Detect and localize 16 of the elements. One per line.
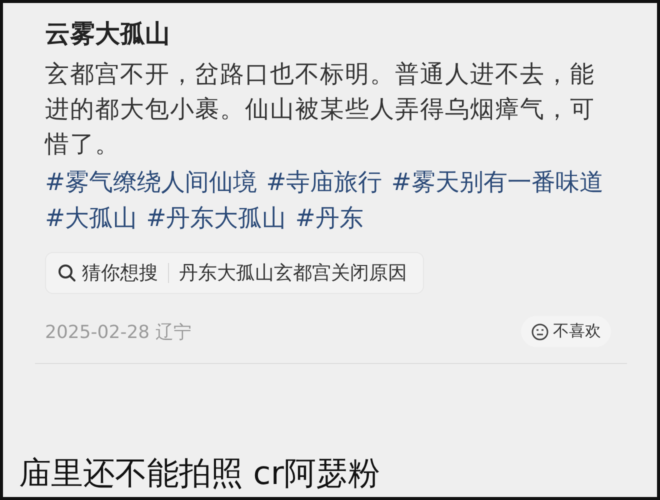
hashtag-link[interactable]: #寺庙旅行 xyxy=(266,164,382,200)
dislike-button[interactable]: 不喜欢 xyxy=(521,316,611,347)
hashtag-link[interactable]: #丹东大孤山 xyxy=(146,200,286,236)
post-title: 云雾大孤山 xyxy=(45,18,171,50)
caption-text: 庙里还不能拍照 cr阿瑟粉 xyxy=(18,453,381,494)
suggestion-label: 猜你想搜 xyxy=(82,261,158,286)
hashtag-link[interactable]: #雾气缭绕人间仙境 xyxy=(45,164,258,200)
neutral-face-icon xyxy=(531,322,549,340)
post-body: 玄都宫不开，岔路口也不标明。普通人进不去，能进的都大包小裹。仙山被某些人弄得乌烟瘴气，可惜了。 xyxy=(45,59,596,160)
hashtag-link[interactable]: #丹东 xyxy=(295,200,364,236)
search-suggestion[interactable]: 猜你想搜 丹东大孤山玄都宫关闭原因 xyxy=(45,252,424,294)
suggestion-query[interactable]: 丹东大孤山玄都宫关闭原因 xyxy=(179,260,407,286)
hashtag-link[interactable]: #雾天别有一番味道 xyxy=(391,164,604,200)
post-date: 2025-02-28 辽宁 xyxy=(45,320,192,344)
search-icon xyxy=(58,264,76,282)
hashtag-link[interactable]: #大孤山 xyxy=(45,200,138,236)
